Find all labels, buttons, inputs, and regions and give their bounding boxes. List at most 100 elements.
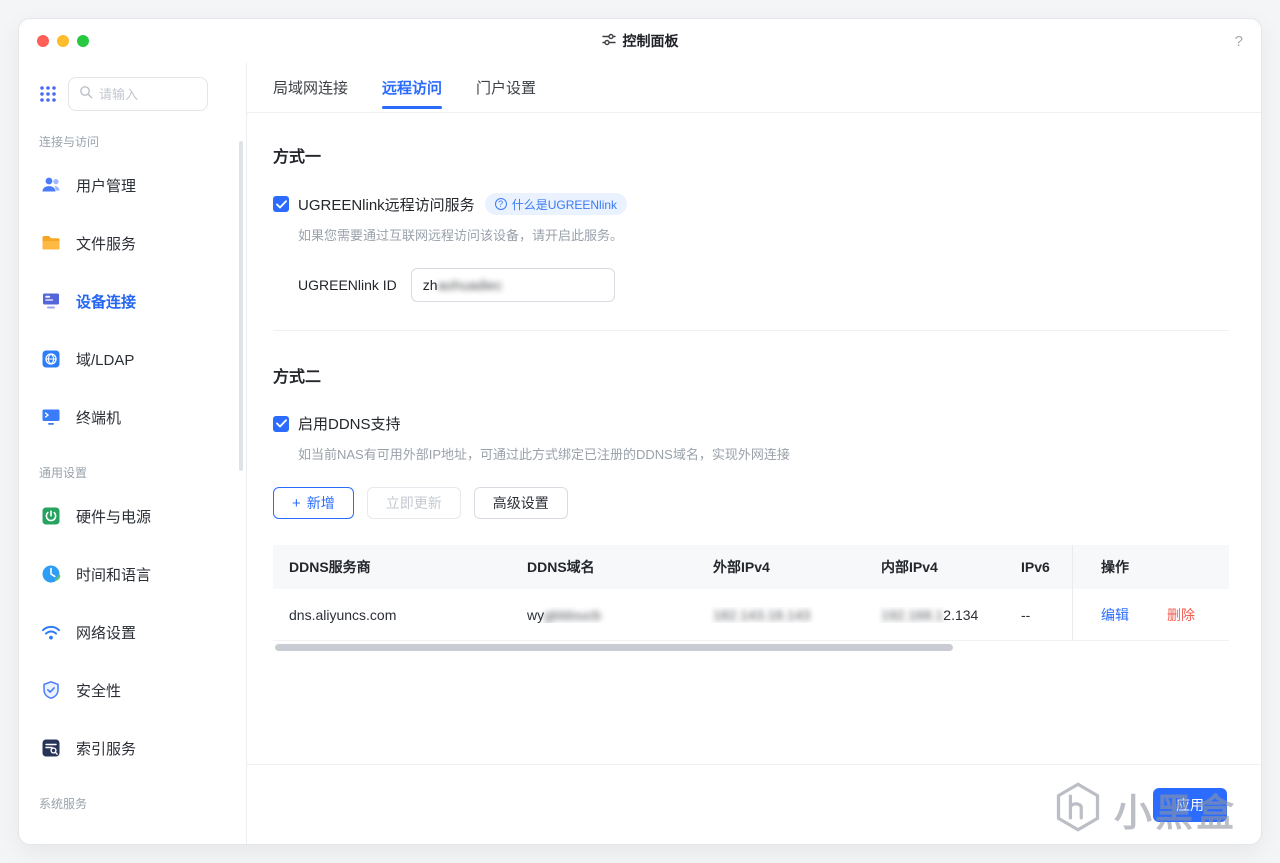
shield-icon bbox=[39, 678, 63, 702]
window-title: 控制面板 bbox=[602, 31, 679, 51]
footer-bar: 应用 bbox=[247, 764, 1261, 844]
sidebar-item-label: 索引服务 bbox=[76, 740, 137, 758]
titlebar: 控制面板 ? bbox=[19, 19, 1261, 63]
sidebar-item-network-settings[interactable]: 网络设置 bbox=[39, 603, 246, 661]
sidebar-item-hardware-power[interactable]: 硬件与电源 bbox=[39, 487, 246, 545]
sidebar-section-system: 系统服务 bbox=[39, 797, 88, 811]
method1-title: 方式一 bbox=[273, 149, 322, 166]
terminal-icon bbox=[39, 405, 63, 429]
window-title-text: 控制面板 bbox=[622, 33, 679, 49]
delete-link[interactable]: 删除 bbox=[1167, 605, 1195, 625]
tab-label: 局域网连接 bbox=[273, 80, 349, 97]
sidebar-section-connection: 连接与访问 bbox=[39, 135, 100, 149]
table-horizontal-scrollbar[interactable] bbox=[275, 644, 953, 651]
close-button[interactable] bbox=[37, 35, 49, 47]
sidebar-scrollbar[interactable] bbox=[239, 141, 243, 471]
sidebar-item-label: 设备连接 bbox=[76, 293, 137, 311]
edit-link[interactable]: 编辑 bbox=[1101, 605, 1129, 625]
control-panel-window: 控制面板 ? 连接与访问 用户 bbox=[18, 18, 1262, 845]
plus-icon: + bbox=[292, 494, 301, 512]
apply-button[interactable]: 应用 bbox=[1153, 787, 1227, 822]
ugreenlink-checkbox-label: UGREENlink远程访问服务 bbox=[298, 196, 475, 214]
redacted-text: 192.168.1 bbox=[881, 606, 944, 623]
sidebar-item-label: 文件服务 bbox=[76, 235, 137, 253]
ddns-checkbox-label: 启用DDNS支持 bbox=[298, 416, 401, 433]
table-row: dns.aliyuncs.com wygbldoucb 182.143.18.1… bbox=[273, 589, 1229, 641]
cell-domain: wygbldoucb bbox=[511, 607, 697, 623]
advanced-button-label: 高级设置 bbox=[492, 495, 549, 511]
help-icon[interactable]: ? bbox=[1235, 33, 1243, 50]
redacted-text: aohuadiec bbox=[437, 277, 503, 293]
apply-button-label: 应用 bbox=[1176, 796, 1204, 813]
method2-title: 方式二 bbox=[273, 369, 322, 386]
cell-actions: 编辑 删除 bbox=[1072, 589, 1229, 640]
tab-lan-connection[interactable]: 局域网连接 bbox=[273, 63, 348, 112]
control-panel-icon bbox=[602, 32, 617, 50]
sidebar: 连接与访问 用户管理 文件服务 设备连接 bbox=[19, 63, 247, 844]
cell-internal-ipv4: 192.168.12.134 bbox=[865, 607, 1005, 623]
ddns-table: DDNS服务商 DDNS域名 外部IPv4 内部IPv4 IPv6 操作 dns… bbox=[273, 545, 1229, 641]
minimize-button[interactable] bbox=[57, 35, 69, 47]
section-divider bbox=[273, 330, 1229, 331]
sidebar-item-label: 域/LDAP bbox=[76, 351, 135, 369]
ddns-checkbox[interactable] bbox=[273, 415, 289, 432]
ugreenlink-id-input[interactable]: zh aohuadiec bbox=[410, 268, 615, 302]
sidebar-item-user-management[interactable]: 用户管理 bbox=[39, 156, 246, 214]
table-header-row: DDNS服务商 DDNS域名 外部IPv4 内部IPv4 IPv6 操作 bbox=[273, 545, 1229, 589]
time-language-icon bbox=[39, 562, 63, 586]
redacted-text: 182.143.18.143 bbox=[713, 606, 811, 623]
sidebar-item-label: 安全性 bbox=[76, 682, 122, 700]
redacted-text: gbldoucb bbox=[544, 606, 601, 623]
network-icon bbox=[39, 620, 63, 644]
domain-icon bbox=[39, 347, 63, 371]
add-ddns-button[interactable]: + 新增 bbox=[273, 487, 354, 519]
sidebar-item-time-language[interactable]: 时间和语言 bbox=[39, 545, 246, 603]
sidebar-item-device-connection[interactable]: 设备连接 bbox=[39, 272, 246, 330]
sidebar-item-label: 硬件与电源 bbox=[76, 508, 152, 526]
index-service-icon bbox=[39, 736, 63, 760]
update-button-label: 立即更新 bbox=[385, 495, 442, 511]
zoom-button[interactable] bbox=[77, 35, 89, 47]
device-connection-icon bbox=[39, 289, 63, 313]
sidebar-item-label: 终端机 bbox=[76, 409, 122, 427]
sidebar-item-label: 时间和语言 bbox=[76, 566, 152, 584]
ugreenlink-checkbox[interactable] bbox=[273, 196, 289, 212]
sidebar-item-index-service[interactable]: 索引服务 bbox=[39, 719, 246, 777]
window-controls bbox=[37, 35, 89, 47]
folder-icon bbox=[39, 231, 63, 255]
search-input[interactable] bbox=[99, 86, 197, 102]
sidebar-item-domain-ldap[interactable]: 域/LDAP bbox=[39, 330, 246, 388]
what-is-ugreenlink-badge[interactable]: ? 什么是UGREENlink bbox=[484, 193, 628, 215]
id-value-visible: zh bbox=[422, 277, 438, 293]
sidebar-section-general: 通用设置 bbox=[39, 466, 88, 480]
sidebar-item-terminal[interactable]: 终端机 bbox=[39, 388, 246, 446]
question-icon: ? bbox=[494, 198, 507, 210]
method1-description: 如果您需要通过互联网远程访问该设备，请开启此服务。 bbox=[298, 228, 624, 243]
tab-label: 门户设置 bbox=[476, 80, 537, 97]
method2-description: 如当前NAS有可用外部IP地址，可通过此方式绑定已注册的DDNS域名，实现外网连… bbox=[298, 447, 790, 462]
tab-portal-settings[interactable]: 门户设置 bbox=[476, 63, 536, 112]
tab-label: 远程访问 bbox=[382, 80, 443, 97]
cell-provider: dns.aliyuncs.com bbox=[289, 606, 397, 623]
hardware-power-icon bbox=[39, 504, 63, 528]
badge-label: 什么是UGREENlink bbox=[511, 197, 618, 212]
tab-remote-access[interactable]: 远程访问 bbox=[382, 63, 443, 112]
search-icon bbox=[79, 85, 93, 104]
content-panel: 局域网连接 远程访问 门户设置 方式一 UGREENlink远程访问服务 ? 什… bbox=[247, 63, 1261, 844]
users-icon bbox=[39, 173, 63, 197]
header-external-ipv4: 外部IPv4 bbox=[713, 559, 770, 575]
apps-grid-icon[interactable] bbox=[39, 85, 57, 103]
update-now-button[interactable]: 立即更新 bbox=[366, 487, 461, 519]
sidebar-item-label: 用户管理 bbox=[76, 177, 137, 195]
sidebar-item-file-services[interactable]: 文件服务 bbox=[39, 214, 246, 272]
internal-ipv4-visible: 2.134 bbox=[943, 606, 979, 623]
header-actions: 操作 bbox=[1072, 545, 1229, 589]
sidebar-item-security[interactable]: 安全性 bbox=[39, 661, 246, 719]
domain-visible: wy bbox=[527, 606, 545, 623]
header-provider: DDNS服务商 bbox=[289, 559, 371, 575]
header-internal-ipv4: 内部IPv4 bbox=[881, 559, 938, 575]
cell-ipv6: -- bbox=[1021, 606, 1031, 623]
cell-external-ipv4: 182.143.18.143 bbox=[697, 607, 865, 623]
advanced-settings-button[interactable]: 高级设置 bbox=[473, 487, 568, 519]
sidebar-item-label: 网络设置 bbox=[76, 624, 137, 642]
